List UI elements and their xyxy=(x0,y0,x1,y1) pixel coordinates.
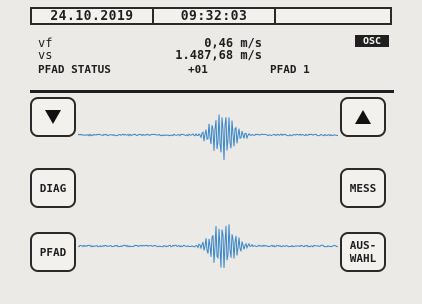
pfad-name: PFAD 1 xyxy=(270,63,310,76)
diag-button[interactable]: DIAG xyxy=(30,168,76,208)
pfad-status-value: +01 xyxy=(188,63,208,76)
date-display: 24.10.2019 xyxy=(32,9,154,24)
upper-waveform-trace xyxy=(78,114,338,161)
auswahl-button[interactable]: AUS- WAHL xyxy=(340,232,386,272)
osc-mode-badge: OSC xyxy=(355,35,389,47)
header-divider xyxy=(30,90,394,93)
vs-label: vs xyxy=(38,48,53,62)
vs-row: vs 1.487,68 m/s xyxy=(38,48,398,62)
mess-button[interactable]: MESS xyxy=(340,168,386,208)
vs-value: 1.487,68 m/s xyxy=(175,48,262,62)
auswahl-label-line1: AUS- xyxy=(349,239,377,252)
lower-waveform-trace xyxy=(78,224,338,268)
upper-waveform xyxy=(78,114,338,161)
scroll-up-button[interactable] xyxy=(340,97,386,137)
status-extra xyxy=(276,9,390,23)
triangle-down-icon xyxy=(45,110,61,124)
pfad-status-row: PFAD STATUS +01 PFAD 1 xyxy=(38,63,398,77)
pfad-button[interactable]: PFAD xyxy=(30,232,76,272)
measurement-readouts: vf 0,46 m/s vs 1.487,68 m/s PFAD STATUS … xyxy=(38,32,398,92)
auswahl-label: AUS- WAHL xyxy=(350,239,377,265)
triangle-up-icon xyxy=(355,110,371,124)
pfad-status-label: PFAD STATUS xyxy=(38,63,111,76)
device-screen: 24.10.2019 09:32:03 vf 0,46 m/s vs 1.487… xyxy=(0,0,422,304)
lower-waveform xyxy=(78,224,338,268)
time-display: 09:32:03 xyxy=(154,9,276,24)
auswahl-label-line2: WAHL xyxy=(349,252,377,265)
scroll-down-button[interactable] xyxy=(30,97,76,137)
status-bar: 24.10.2019 09:32:03 xyxy=(30,7,392,25)
